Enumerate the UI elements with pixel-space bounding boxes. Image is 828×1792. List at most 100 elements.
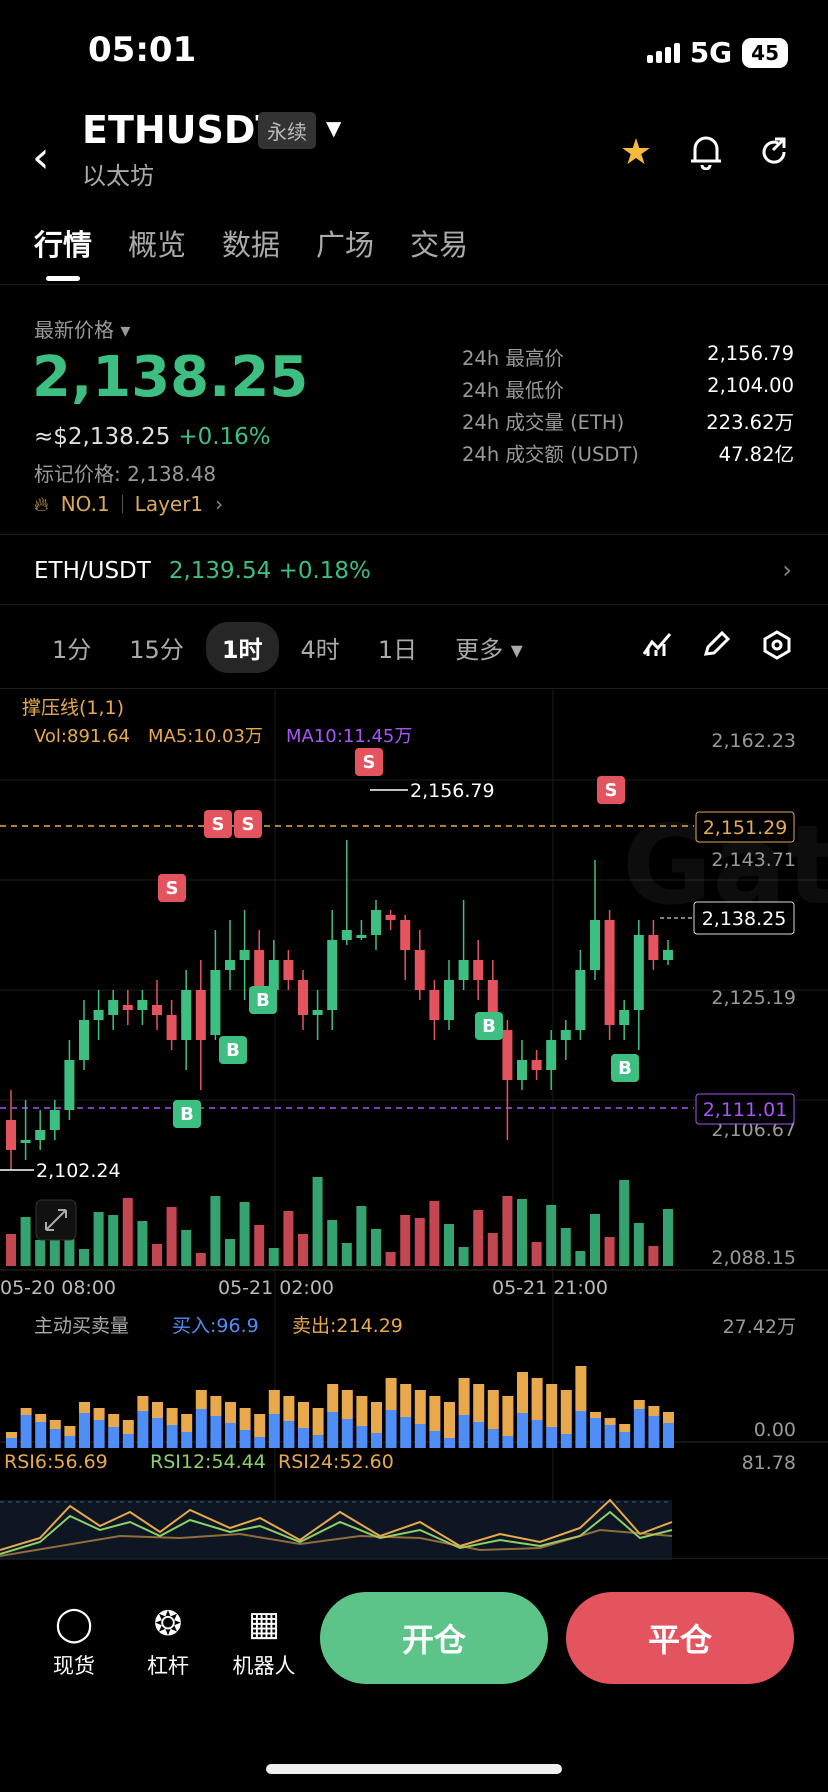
bell-icon[interactable]: [686, 132, 726, 172]
tab-square[interactable]: 广场: [316, 222, 374, 264]
candle-body: [575, 970, 586, 1030]
candle-body: [181, 990, 192, 1040]
svg-text:S: S: [605, 780, 618, 801]
flow-sell-bar: [283, 1396, 295, 1421]
tab-trade[interactable]: 交易: [410, 222, 468, 264]
candles: [6, 840, 673, 1170]
volume-bar: [122, 1198, 133, 1266]
volume-bar: [502, 1196, 513, 1266]
volume-bar: [35, 1240, 46, 1266]
volume-bar: [254, 1225, 265, 1266]
flow-buy-bar: [371, 1433, 382, 1448]
candle-body: [560, 1030, 571, 1040]
settings-icon[interactable]: [762, 630, 792, 667]
symbol-dropdown-icon[interactable]: ▼: [326, 116, 341, 140]
tab-market[interactable]: 行情: [34, 222, 92, 264]
timeframe-4h[interactable]: 4时: [285, 622, 356, 673]
flow-buy-bar: [6, 1438, 17, 1448]
svg-text:S: S: [363, 752, 376, 773]
volume-bar: [20, 1217, 31, 1266]
nav-leverage[interactable]: ❂ 杠杆: [128, 1604, 208, 1680]
candle-body: [502, 1030, 513, 1080]
flow-buy-bar: [590, 1418, 601, 1448]
flow-sell-bar: [108, 1414, 120, 1427]
draw-pen-icon[interactable]: [702, 630, 732, 665]
flow-sell-bar: [298, 1402, 309, 1428]
open-position-button[interactable]: 开仓: [320, 1592, 548, 1684]
timeframe-15m[interactable]: 15分: [113, 622, 200, 673]
share-icon[interactable]: [754, 132, 794, 172]
flow-sell-bar: [502, 1396, 514, 1436]
timeframe-1h[interactable]: 1时: [205, 622, 279, 673]
flow-sell-bar: [312, 1408, 324, 1435]
volume-bar: [604, 1237, 615, 1266]
flow-sell-bar: [79, 1402, 90, 1413]
stat-row: 24h 成交量 (ETH) 223.62万: [462, 411, 794, 434]
tab-data[interactable]: 数据: [222, 222, 280, 264]
close-position-button[interactable]: 平仓: [566, 1592, 794, 1684]
volume-bar: [108, 1215, 119, 1266]
flow-buy-bar: [239, 1430, 251, 1448]
status-indicators: 5G 45: [646, 36, 788, 69]
flow-sell-bar: [487, 1390, 499, 1429]
kline-chart[interactable]: 撑压线(1,1) Vol:891.64 MA5:10.03万 MA10:11.4…: [0, 690, 828, 1560]
candle-body: [429, 990, 440, 1020]
flow-buy-bar: [619, 1432, 631, 1448]
indicator-icon[interactable]: [642, 630, 672, 665]
rsi6-label: RSI6:56.69: [4, 1451, 108, 1473]
flow-sell-bar: [531, 1378, 543, 1420]
flow-buy-bar: [312, 1435, 324, 1448]
flow-sell-bar: [546, 1384, 558, 1427]
candle-body: [64, 1060, 75, 1110]
date-label: 05-21 21:00: [492, 1277, 608, 1299]
resistance-price: 2,151.29: [703, 817, 788, 839]
home-indicator: [266, 1764, 562, 1774]
nav-spot[interactable]: ◯ 现货: [34, 1604, 114, 1680]
flow-sell-bar: [341, 1390, 353, 1419]
fire-icon: 🔥︎: [34, 492, 49, 516]
flow-buy-bar: [444, 1438, 455, 1448]
back-icon[interactable]: ‹: [32, 132, 50, 183]
chevron-right-icon[interactable]: ›: [782, 556, 792, 584]
symbol-title[interactable]: ETHUSDT: [82, 108, 281, 152]
star-icon[interactable]: ★: [616, 132, 656, 173]
svg-text:B: B: [180, 1104, 194, 1125]
candle-body: [371, 910, 381, 935]
svg-text:S: S: [212, 814, 225, 835]
flow-buy-bar: [663, 1423, 674, 1448]
tag-row[interactable]: 🔥︎ NO.1 Layer1 ›: [34, 492, 223, 516]
usd-price: ≈$2,138.25 +0.16%: [34, 424, 271, 450]
flow-sell-bar: [590, 1412, 601, 1418]
divider: [0, 604, 828, 605]
battery-icon: 45: [742, 37, 788, 68]
tab-indicator: [46, 276, 80, 281]
expand-icon[interactable]: [35, 1199, 77, 1241]
volume-bar: [166, 1207, 177, 1266]
flow-sell-bar: [35, 1414, 47, 1422]
flow-buy-bar: [152, 1418, 163, 1448]
timeframe-1d[interactable]: 1日: [362, 622, 433, 673]
flow-buy-bar: [210, 1416, 222, 1448]
price-type-selector[interactable]: 最新价格 ▾: [34, 314, 130, 343]
flow-bars: [6, 1366, 674, 1448]
tab-overview[interactable]: 概览: [128, 222, 186, 264]
indicator-title: 撑压线(1,1): [22, 697, 124, 719]
flow-sell-bar: [560, 1390, 572, 1434]
flow-buy: 买入:96.9: [172, 1315, 259, 1337]
nav-robot[interactable]: ▦ 机器人: [224, 1604, 304, 1680]
timeframe-more[interactable]: 更多 ▾: [439, 622, 539, 673]
spot-pair-row[interactable]: ETH/USDT 2,139.54 +0.18%: [34, 558, 371, 584]
candle-body: [93, 1010, 104, 1020]
svg-text:S: S: [166, 878, 179, 899]
volume-bar: [327, 1220, 338, 1266]
rsi24-label: RSI24:52.60: [278, 1451, 394, 1473]
timeframe-1m[interactable]: 1分: [36, 622, 107, 673]
candle-body: [619, 1010, 630, 1025]
candle-body: [414, 950, 425, 990]
candle-body: [268, 960, 279, 990]
svg-text:B: B: [256, 990, 270, 1011]
flow-buy-bar: [385, 1410, 397, 1448]
flow-sell-bar: [239, 1408, 251, 1430]
flow-buy-bar: [122, 1434, 134, 1448]
stat-row: 24h 最低价 2,104.00: [462, 374, 794, 402]
